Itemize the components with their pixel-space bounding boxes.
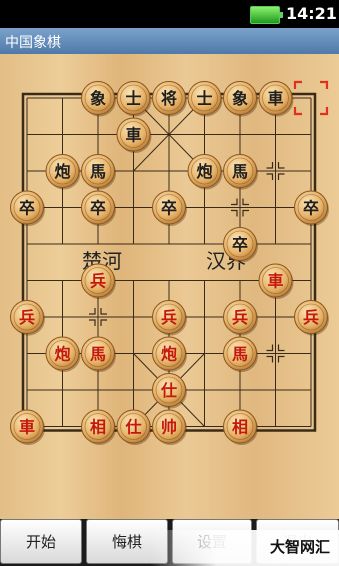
black-piece[interactable]: 炮 [187, 154, 223, 190]
position-mark [100, 319, 107, 326]
red-piece[interactable]: 仕 [116, 409, 152, 445]
black-piece[interactable]: 卒 [81, 190, 117, 226]
position-mark [266, 344, 274, 352]
piece-label: 士 [196, 89, 212, 108]
piece-label: 卒 [90, 199, 106, 218]
position-mark [266, 173, 274, 180]
black-piece[interactable]: 炮 [45, 154, 81, 190]
piece-label: 卒 [19, 199, 35, 218]
red-piece[interactable]: 帅 [152, 409, 188, 445]
black-piece[interactable]: 車 [116, 117, 152, 153]
red-piece[interactable]: 炮 [45, 336, 81, 372]
piece-label: 馬 [232, 345, 248, 364]
position-mark [242, 198, 249, 206]
piece-label: 士 [125, 89, 141, 108]
black-piece[interactable]: 象 [223, 81, 259, 117]
position-mark [100, 308, 107, 315]
position-mark [89, 319, 96, 326]
piece-label: 車 [267, 272, 283, 291]
status-bar: 14:21 [0, 0, 339, 28]
app-title: 中国象棋 [5, 35, 61, 51]
chess-board[interactable]: 楚河 汉界 象士将士象車車炮馬炮馬卒卒卒卒卒兵車兵兵兵兵炮馬炮馬仕車相仕帅相 [0, 54, 339, 519]
position-mark [277, 355, 285, 363]
position-mark [277, 173, 285, 180]
selection-marker [293, 107, 302, 116]
piece-label: 象 [232, 89, 248, 108]
piece-label: 卒 [232, 235, 248, 254]
piece-label: 馬 [90, 162, 106, 181]
black-piece[interactable]: 士 [116, 81, 152, 117]
piece-label: 兵 [90, 272, 106, 291]
black-piece[interactable]: 象 [81, 81, 117, 117]
piece-label: 象 [90, 89, 106, 108]
position-mark [266, 162, 274, 169]
selection-marker [320, 80, 329, 89]
piece-label: 仕 [124, 418, 141, 437]
piece-label: 相 [90, 418, 106, 437]
piece-label: 炮 [54, 162, 70, 181]
piece-label: 車 [267, 89, 283, 108]
position-mark [242, 209, 249, 217]
red-piece[interactable]: 車 [258, 263, 294, 299]
red-piece[interactable]: 兵 [10, 300, 46, 336]
new-game-button[interactable]: 开始 [0, 519, 82, 564]
black-piece[interactable]: 卒 [152, 190, 188, 226]
red-piece[interactable]: 車 [10, 409, 46, 445]
selection-marker [293, 80, 302, 89]
piece-label: 兵 [303, 308, 319, 327]
piece-label: 車 [125, 126, 141, 145]
piece-label: 車 [19, 418, 35, 437]
clock: 14:21 [286, 4, 337, 23]
black-piece[interactable]: 士 [187, 81, 223, 117]
piece-label: 馬 [232, 162, 248, 181]
piece-label: 帅 [161, 418, 177, 437]
position-mark [89, 308, 96, 315]
red-piece[interactable]: 兵 [152, 300, 188, 336]
red-piece[interactable]: 相 [223, 409, 259, 445]
red-piece[interactable]: 仕 [152, 373, 188, 409]
black-piece[interactable]: 卒 [10, 190, 46, 226]
black-piece[interactable]: 卒 [294, 190, 330, 226]
piece-label: 卒 [161, 199, 177, 218]
position-mark [266, 355, 274, 363]
battery-icon [250, 6, 283, 24]
red-piece[interactable]: 兵 [294, 300, 330, 336]
position-mark [277, 344, 285, 352]
position-mark [231, 198, 238, 206]
title-bar: 中国象棋 [0, 28, 339, 54]
board-grid[interactable]: 楚河 汉界 象士将士象車車炮馬炮馬卒卒卒卒卒兵 車兵兵兵兵炮馬炮馬仕車相仕帅相 [0, 54, 339, 519]
position-mark [231, 209, 238, 217]
black-piece[interactable]: 馬 [81, 154, 117, 190]
red-piece[interactable]: 兵 [223, 300, 259, 336]
piece-label: 兵 [161, 308, 177, 327]
piece-label: 卒 [303, 199, 319, 218]
black-piece[interactable]: 馬 [223, 154, 259, 190]
piece-label: 炮 [196, 162, 212, 181]
piece-label: 炮 [161, 345, 177, 364]
red-piece[interactable]: 馬 [81, 336, 117, 372]
position-mark [277, 162, 285, 169]
black-piece[interactable]: 将 [152, 81, 188, 117]
watermark: 大智网汇 [150, 530, 339, 566]
red-piece[interactable]: 馬 [223, 336, 259, 372]
piece-label: 兵 [19, 308, 35, 327]
piece-label: 馬 [90, 345, 106, 364]
selection-marker [320, 107, 329, 116]
watermark-text: 大智网汇 [269, 538, 330, 556]
piece-label: 炮 [54, 345, 70, 364]
piece-label: 相 [232, 418, 248, 437]
black-piece[interactable]: 車 [258, 81, 294, 117]
piece-label: 仕 [160, 381, 177, 400]
piece-label: 兵 [232, 308, 248, 327]
red-piece[interactable]: 炮 [152, 336, 188, 372]
red-piece[interactable]: 相 [81, 409, 117, 445]
piece-label: 将 [161, 89, 177, 108]
